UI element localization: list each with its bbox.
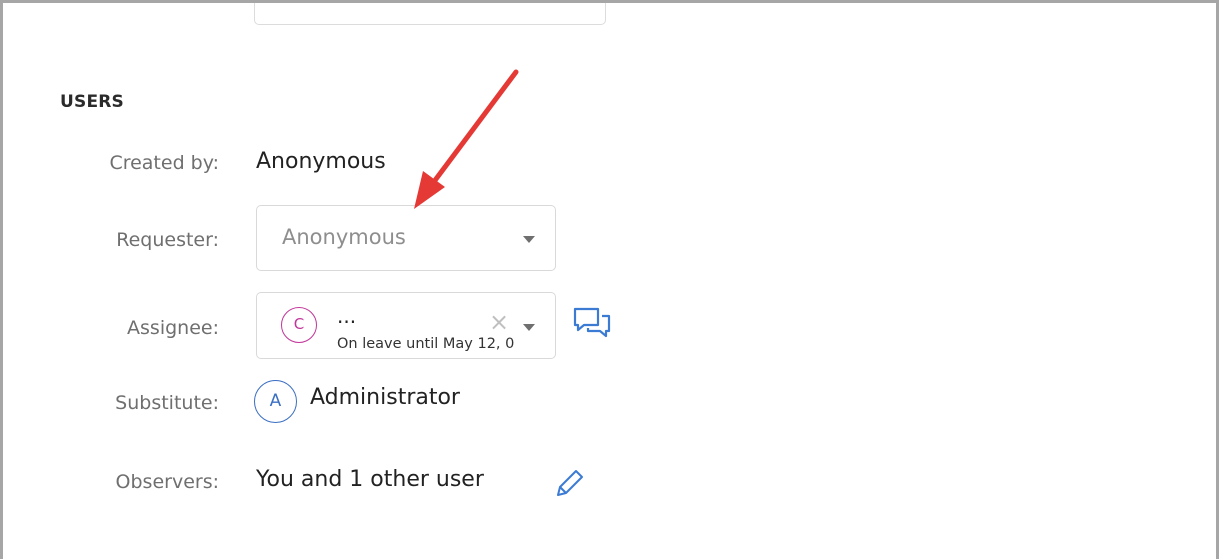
- users-panel: USERS Created by: Anonymous Requester: A…: [0, 0, 1219, 559]
- annotation-arrow: [414, 69, 519, 209]
